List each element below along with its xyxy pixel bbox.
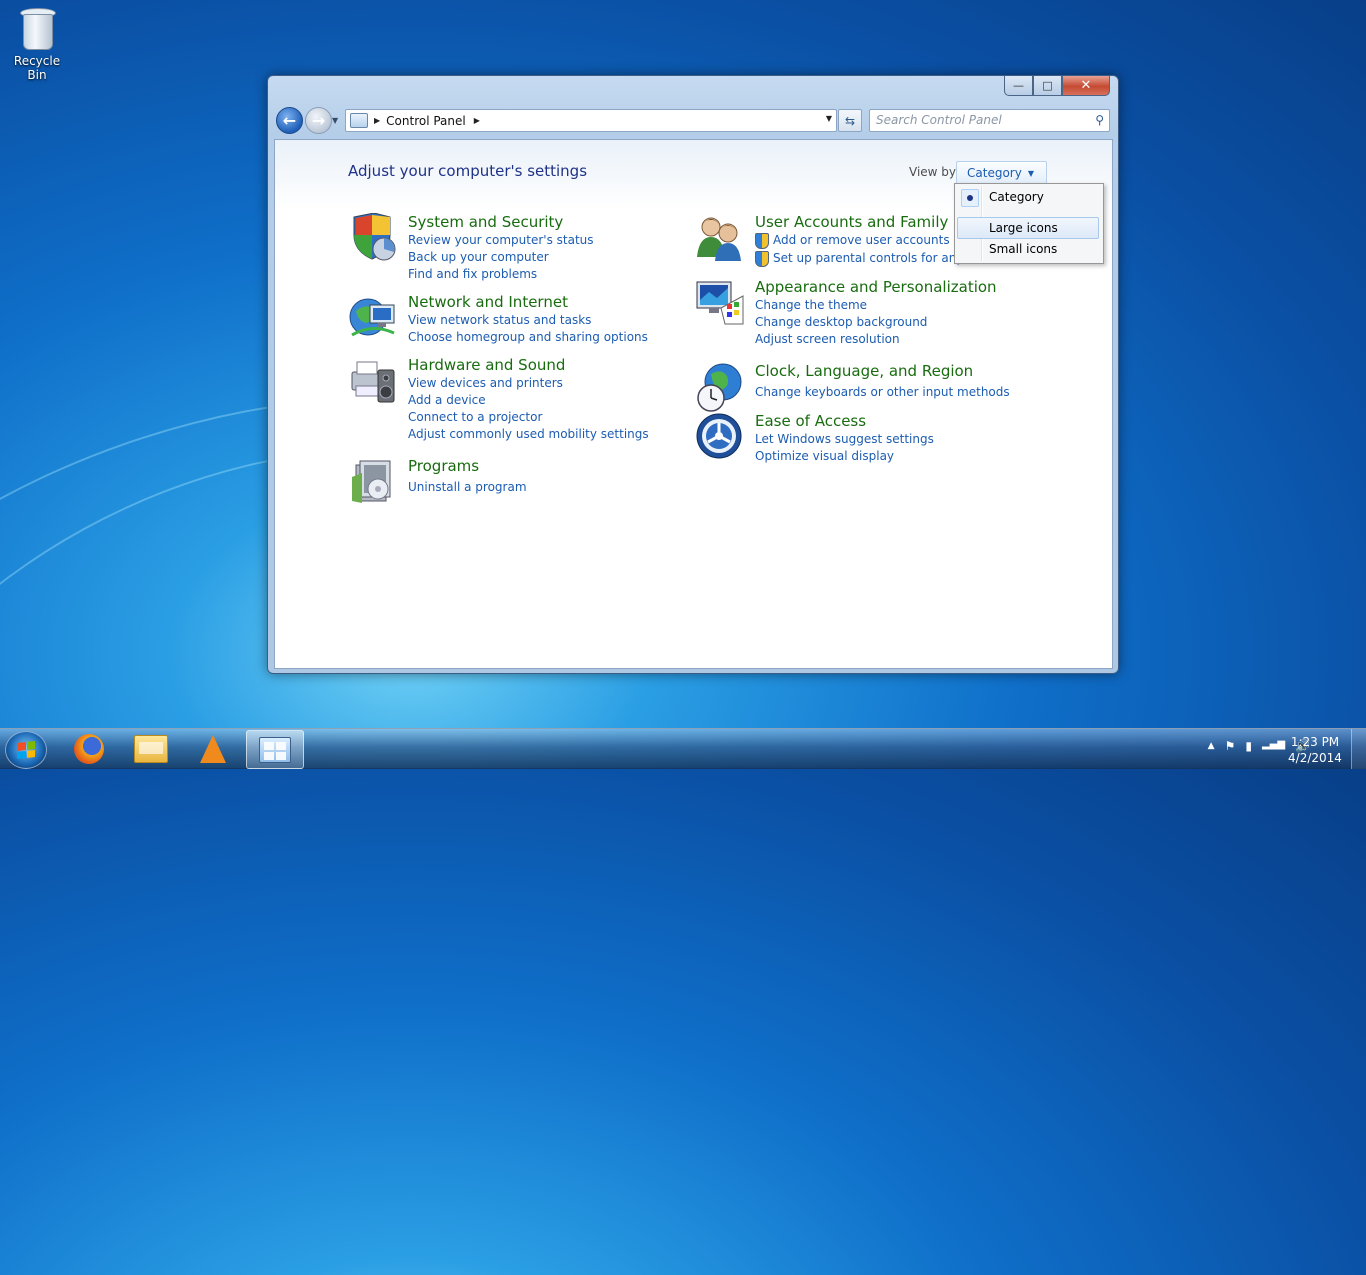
breadcrumb-arrow-icon[interactable]: ▶ [474,116,480,125]
caption-buttons: — □ ✕ [1004,76,1110,96]
monitor-palette-icon [696,281,744,325]
category-links: Review your computer's status Back up yo… [408,232,594,283]
category-links: Let Windows suggest settings Optimize vi… [755,431,934,465]
category-link[interactable]: Add a device [408,392,649,409]
menu-item-large-icons[interactable]: Large icons [957,217,1099,239]
forward-button[interactable]: → [305,107,332,134]
category-title[interactable]: System and Security [408,213,563,231]
category-title[interactable]: Ease of Access [755,412,866,430]
category-link[interactable]: Change keyboards or other input methods [755,384,1010,401]
uac-shield-icon [755,232,769,249]
recycle-bin-icon [19,6,56,50]
network-globe-icon [349,298,395,337]
category-link-text: Add or remove user accounts [773,233,950,247]
category-link[interactable]: Adjust screen resolution [755,331,927,348]
firefox-icon [74,733,104,764]
category-links: Change the theme Change desktop backgrou… [755,297,927,348]
menu-item-label: Large icons [989,221,1058,235]
clock[interactable]: 1:23 PM 4/2/2014 [1284,734,1346,766]
category-title[interactable]: Programs [408,457,479,475]
category-link[interactable]: Uninstall a program [408,479,527,496]
category-title[interactable]: Network and Internet [408,293,568,311]
category-link[interactable]: Change desktop background [755,314,927,331]
file-explorer-icon [134,734,168,763]
control-panel-window: — □ ✕ ← → ▼ ▶ Control Panel ▶ ▼ ⇆ ⚲ Adju… [267,75,1119,674]
power-icon[interactable]: ▮ [1245,739,1252,753]
address-bar[interactable]: ▶ Control Panel ▶ ▼ [345,109,837,132]
clock-date: 4/2/2014 [1288,751,1342,765]
users-icon [697,217,741,261]
category-link[interactable]: Connect to a projector [408,409,649,426]
category-link[interactable]: Choose homegroup and sharing options [408,329,648,346]
category-link[interactable]: View devices and printers [408,375,649,392]
taskbar-vlc[interactable] [185,730,241,767]
taskbar-firefox[interactable] [61,730,117,767]
minimize-button[interactable]: — [1004,76,1033,96]
view-by-dropdown[interactable]: Category ▼ [956,161,1047,185]
magnifier-icon[interactable]: ⚲ [1095,113,1104,127]
category-links: View devices and printers Add a device C… [408,375,649,443]
view-by-value: Category [967,166,1022,180]
network-signal-icon[interactable]: ▂▄▆ [1262,739,1285,753]
category-link[interactable]: Find and fix problems [408,266,594,283]
page-title: Adjust your computer's settings [348,162,588,180]
radio-selected-icon [961,189,979,207]
category-links: View network status and tasks Choose hom… [408,312,648,346]
menu-item-label: Category [989,190,1044,204]
taskbar: ▲ ⚑ ▮ ▂▄▆ 🔊 1:23 PM 4/2/2014 [0,728,1366,769]
category-links: Change keyboards or other input methods [755,384,1010,401]
back-button[interactable]: ← [276,107,303,134]
show-desktop-button[interactable] [1351,729,1366,769]
category-link[interactable]: Back up your computer [408,249,594,266]
category-link[interactable]: Optimize visual display [755,448,934,465]
category-link[interactable]: Adjust commonly used mobility settings [408,426,649,443]
control-panel-small-icon [350,113,368,128]
category-link[interactable]: View network status and tasks [408,312,648,329]
taskbar-explorer[interactable] [123,730,179,767]
globe-clock-icon [697,363,742,412]
category-link[interactable]: Review your computer's status [408,232,594,249]
menu-item-small-icons[interactable]: Small icons [957,239,1099,259]
ease-of-access-icon [696,413,742,459]
menu-item-label: Small icons [989,242,1058,256]
maximize-button[interactable]: □ [1033,76,1062,96]
category-link[interactable]: Let Windows suggest settings [755,431,934,448]
printer-speaker-icon [351,361,395,403]
control-panel-icon [259,736,291,763]
category-title[interactable]: Hardware and Sound [408,356,565,374]
programs-box-icon [352,460,391,503]
show-hidden-icons-icon[interactable]: ▲ [1208,739,1215,753]
recent-pages-dropdown[interactable]: ▼ [332,116,338,125]
category-title[interactable]: Appearance and Personalization [755,278,997,296]
menu-item-category[interactable]: Category [957,187,1099,207]
breadcrumb-control-panel[interactable]: Control Panel [386,114,466,128]
category-link[interactable]: Change the theme [755,297,927,314]
clock-time: 1:23 PM [1290,735,1340,749]
address-dropdown-icon[interactable]: ▼ [826,114,832,123]
uac-shield-icon [755,250,769,267]
recycle-bin-label: Recycle Bin [13,54,61,82]
action-center-flag-icon[interactable]: ⚑ [1225,739,1236,753]
category-title[interactable]: User Accounts and Family Sa [755,213,972,231]
view-by-menu: Category Large icons Small icons [954,183,1104,264]
search-input[interactable] [870,110,1086,129]
breadcrumb-arrow-icon[interactable]: ▶ [374,116,380,125]
shield-icon [353,213,396,261]
view-by-label: View by: [909,165,960,179]
taskbar-control-panel[interactable] [246,730,304,769]
category-links: Uninstall a program [408,479,527,496]
start-button[interactable] [5,731,47,769]
vlc-icon [200,734,226,763]
recycle-bin-shortcut[interactable]: Recycle Bin [4,6,70,82]
search-box: ⚲ [869,109,1110,132]
close-button[interactable]: ✕ [1062,76,1110,96]
category-title[interactable]: Clock, Language, and Region [755,362,973,380]
refresh-button[interactable]: ⇆ [838,109,862,132]
windows-logo-icon [17,741,35,759]
chevron-down-icon: ▼ [1027,168,1034,178]
